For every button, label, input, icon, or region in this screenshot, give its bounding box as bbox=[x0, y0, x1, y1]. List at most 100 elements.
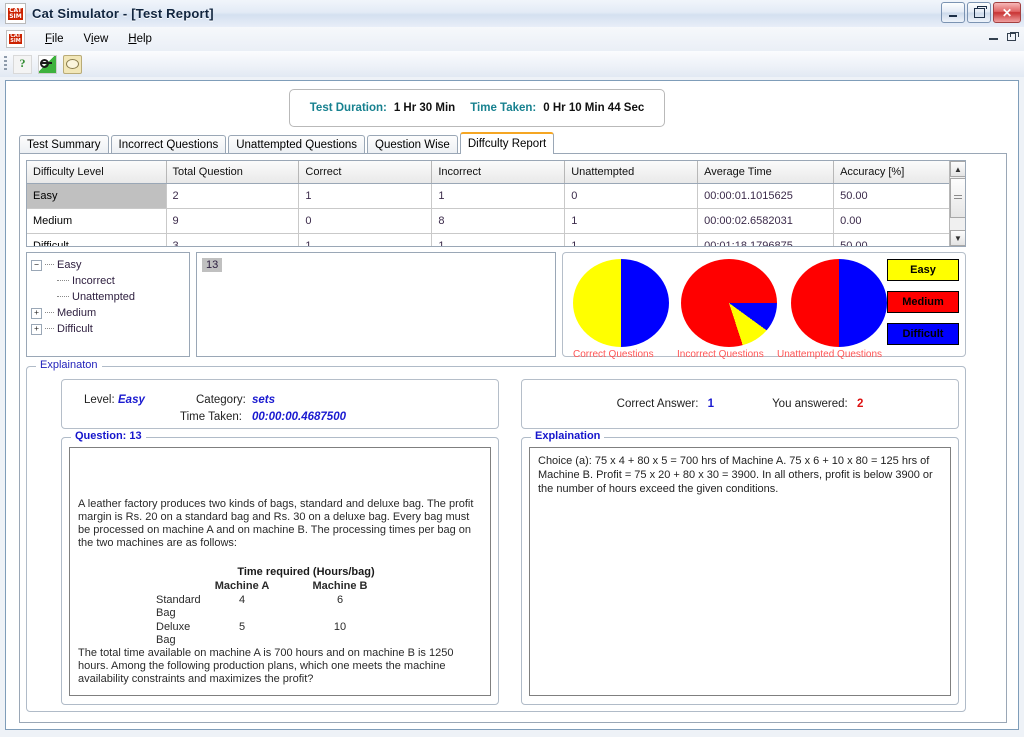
mdi-client-area: Test Duration: 1 Hr 30 Min Time Taken: 0… bbox=[0, 77, 1024, 737]
table-row[interactable]: Easy 2 1 1 0 00:00:01.1015625 50.00 bbox=[27, 183, 965, 209]
legend-easy[interactable]: Easy bbox=[887, 259, 959, 281]
time-taken-label: Time Taken: bbox=[180, 411, 242, 423]
scroll-up-icon[interactable]: ▲ bbox=[950, 161, 965, 177]
you-answered-value: 2 bbox=[856, 398, 864, 410]
time-taken-value: 00:00:00.4687500 bbox=[252, 411, 346, 423]
cell-total-question: 9 bbox=[166, 208, 300, 234]
col-incorrect[interactable]: Incorrect bbox=[431, 161, 566, 184]
mail-icon[interactable] bbox=[62, 54, 83, 74]
level-value: Easy bbox=[118, 394, 145, 406]
toolbar-grip[interactable] bbox=[4, 56, 7, 72]
cell-accuracy: 50.00 bbox=[833, 233, 965, 246]
cell-average-time: 00:01:18.1796875 bbox=[697, 233, 835, 246]
tab-incorrect-questions[interactable]: Incorrect Questions bbox=[110, 135, 227, 154]
tree-label: Medium bbox=[57, 307, 97, 319]
qt-head-machine-b: Machine B bbox=[312, 580, 368, 592]
correct-answer-label: Correct Answer: bbox=[616, 398, 699, 410]
question-text-box[interactable]: A leather factory produces two kinds of … bbox=[69, 447, 491, 696]
question-group: Question: 13 A leather factory produces … bbox=[61, 430, 499, 705]
col-correct[interactable]: Correct bbox=[298, 161, 433, 184]
application-window: CAT SIM Cat Simulator - [Test Report] ✕ C… bbox=[0, 0, 1024, 737]
category-value: sets bbox=[252, 394, 276, 406]
explainaton-group: Explainaton Level: Easy Category: sets T… bbox=[26, 359, 966, 712]
cell-incorrect: 1 bbox=[431, 183, 566, 209]
correct-answer-value: 1 bbox=[707, 398, 715, 410]
grid-vertical-scrollbar[interactable]: ▲ ▼ bbox=[949, 161, 965, 246]
help-question-icon[interactable]: ? bbox=[12, 54, 33, 74]
col-total-question[interactable]: Total Question bbox=[166, 161, 300, 184]
question-paragraph-2: The total time available on machine A is… bbox=[78, 647, 454, 685]
tab-difficulty-report[interactable]: Diffculty Report bbox=[459, 132, 555, 154]
qt-head-blank bbox=[78, 580, 190, 593]
tree-node-easy[interactable]: − Easy bbox=[31, 257, 189, 273]
legend-medium[interactable]: Medium bbox=[887, 291, 959, 313]
explainaton-group-label: Explainaton bbox=[36, 359, 102, 371]
test-duration-value: 1 Hr 30 Min bbox=[393, 102, 456, 114]
scroll-thumb[interactable] bbox=[950, 178, 965, 218]
tree-connector bbox=[57, 280, 69, 282]
cell-accuracy: 50.00 bbox=[833, 183, 965, 209]
menu-item-view[interactable]: View bbox=[74, 30, 119, 48]
you-answered-label: You answered: bbox=[772, 398, 848, 410]
col-unattempted[interactable]: Unattempted bbox=[564, 161, 699, 184]
category-label: Category: bbox=[196, 394, 246, 406]
cell-correct: 1 bbox=[298, 233, 433, 246]
question-table-row: Standard Bag 4 6 bbox=[78, 594, 482, 620]
list-item[interactable]: 13 bbox=[202, 258, 223, 272]
col-accuracy[interactable]: Accuracy [%] bbox=[833, 161, 965, 184]
cell-average-time: 00:00:01.1015625 bbox=[697, 183, 835, 209]
menu-item-file[interactable]: File bbox=[35, 30, 74, 48]
close-button[interactable]: ✕ bbox=[993, 2, 1021, 23]
qt-cell-name: Deluxe Bag bbox=[156, 621, 191, 646]
tree-node-easy-unattempted[interactable]: Unattempted bbox=[31, 289, 189, 305]
difficulty-table: Difficulty Level Total Question Correct … bbox=[27, 161, 965, 246]
tab-strip: Test Summary Incorrect Questions Unattem… bbox=[19, 132, 1007, 154]
question-paragraph-1: A leather factory produces two kinds of … bbox=[78, 498, 474, 549]
table-row[interactable]: Medium 9 0 8 1 00:00:02.6582031 0.00 bbox=[27, 208, 965, 234]
cell-average-time: 00:00:02.6582031 bbox=[697, 208, 835, 234]
explanation-group: Explaination Choice (a): 75 x 4 + 80 x 5… bbox=[521, 430, 959, 705]
tree-node-medium[interactable]: + Medium bbox=[31, 305, 189, 321]
mdi-restore-icon[interactable] bbox=[1007, 31, 1019, 41]
cell-difficulty-level: Medium bbox=[27, 208, 167, 234]
duration-panel: Test Duration: 1 Hr 30 Min Time Taken: 0… bbox=[289, 89, 665, 127]
table-row[interactable]: Difficult 3 1 1 1 00:01:18.1796875 50.00 bbox=[27, 233, 965, 246]
mdi-minimize-icon[interactable] bbox=[989, 31, 999, 41]
explanation-group-label: Explaination bbox=[531, 430, 605, 442]
question-table-title: Time required (Hours/bag) bbox=[237, 566, 375, 578]
cell-incorrect: 1 bbox=[431, 233, 566, 246]
question-table-row: Deluxe Bag 5 10 bbox=[78, 621, 482, 647]
expand-icon[interactable]: + bbox=[31, 307, 42, 319]
menu-app-icon[interactable]: CAT SIM bbox=[6, 30, 25, 48]
window-controls: ✕ bbox=[941, 2, 1021, 23]
difficulty-grid[interactable]: Difficulty Level Total Question Correct … bbox=[26, 160, 966, 247]
difficulty-tree[interactable]: − Easy Incorrect Unattempted + Medium + … bbox=[26, 252, 190, 357]
cell-unattempted: 1 bbox=[564, 233, 699, 246]
tree-node-easy-incorrect[interactable]: Incorrect bbox=[31, 273, 189, 289]
title-bar: CAT SIM Cat Simulator - [Test Report] ✕ bbox=[0, 0, 1024, 28]
tree-node-difficult[interactable]: + Difficult bbox=[31, 321, 189, 337]
difficulty-report-page: Difficulty Level Total Question Correct … bbox=[19, 153, 1007, 723]
col-average-time[interactable]: Average Time bbox=[697, 161, 835, 184]
level-label: Level: bbox=[84, 394, 115, 406]
collapse-icon[interactable]: − bbox=[31, 259, 42, 271]
cell-unattempted: 1 bbox=[564, 208, 699, 234]
col-difficulty-level[interactable]: Difficulty Level bbox=[27, 161, 167, 184]
tree-label: Difficult bbox=[57, 323, 93, 335]
window-title: Cat Simulator - [Test Report] bbox=[32, 6, 214, 21]
tab-unattempted-questions[interactable]: Unattempted Questions bbox=[228, 135, 366, 154]
expand-icon[interactable]: + bbox=[31, 323, 42, 335]
minimize-button[interactable] bbox=[941, 2, 965, 23]
tab-question-wise[interactable]: Question Wise bbox=[367, 135, 458, 154]
legend-difficult[interactable]: Difficult bbox=[887, 323, 959, 345]
question-number-list[interactable]: 13 bbox=[196, 252, 556, 357]
key-icon[interactable] bbox=[37, 54, 58, 74]
tab-test-summary[interactable]: Test Summary bbox=[19, 135, 109, 154]
test-duration-label: Test Duration: bbox=[309, 102, 387, 114]
menu-item-help[interactable]: Help bbox=[118, 30, 162, 48]
question-table-header-row: Machine A Machine B bbox=[78, 580, 482, 593]
scroll-down-icon[interactable]: ▼ bbox=[950, 230, 965, 246]
qt-head-machine-a: Machine A bbox=[214, 580, 270, 592]
explanation-text-box[interactable]: Choice (a): 75 x 4 + 80 x 5 = 700 hrs of… bbox=[529, 447, 951, 696]
maximize-button[interactable] bbox=[967, 2, 991, 23]
